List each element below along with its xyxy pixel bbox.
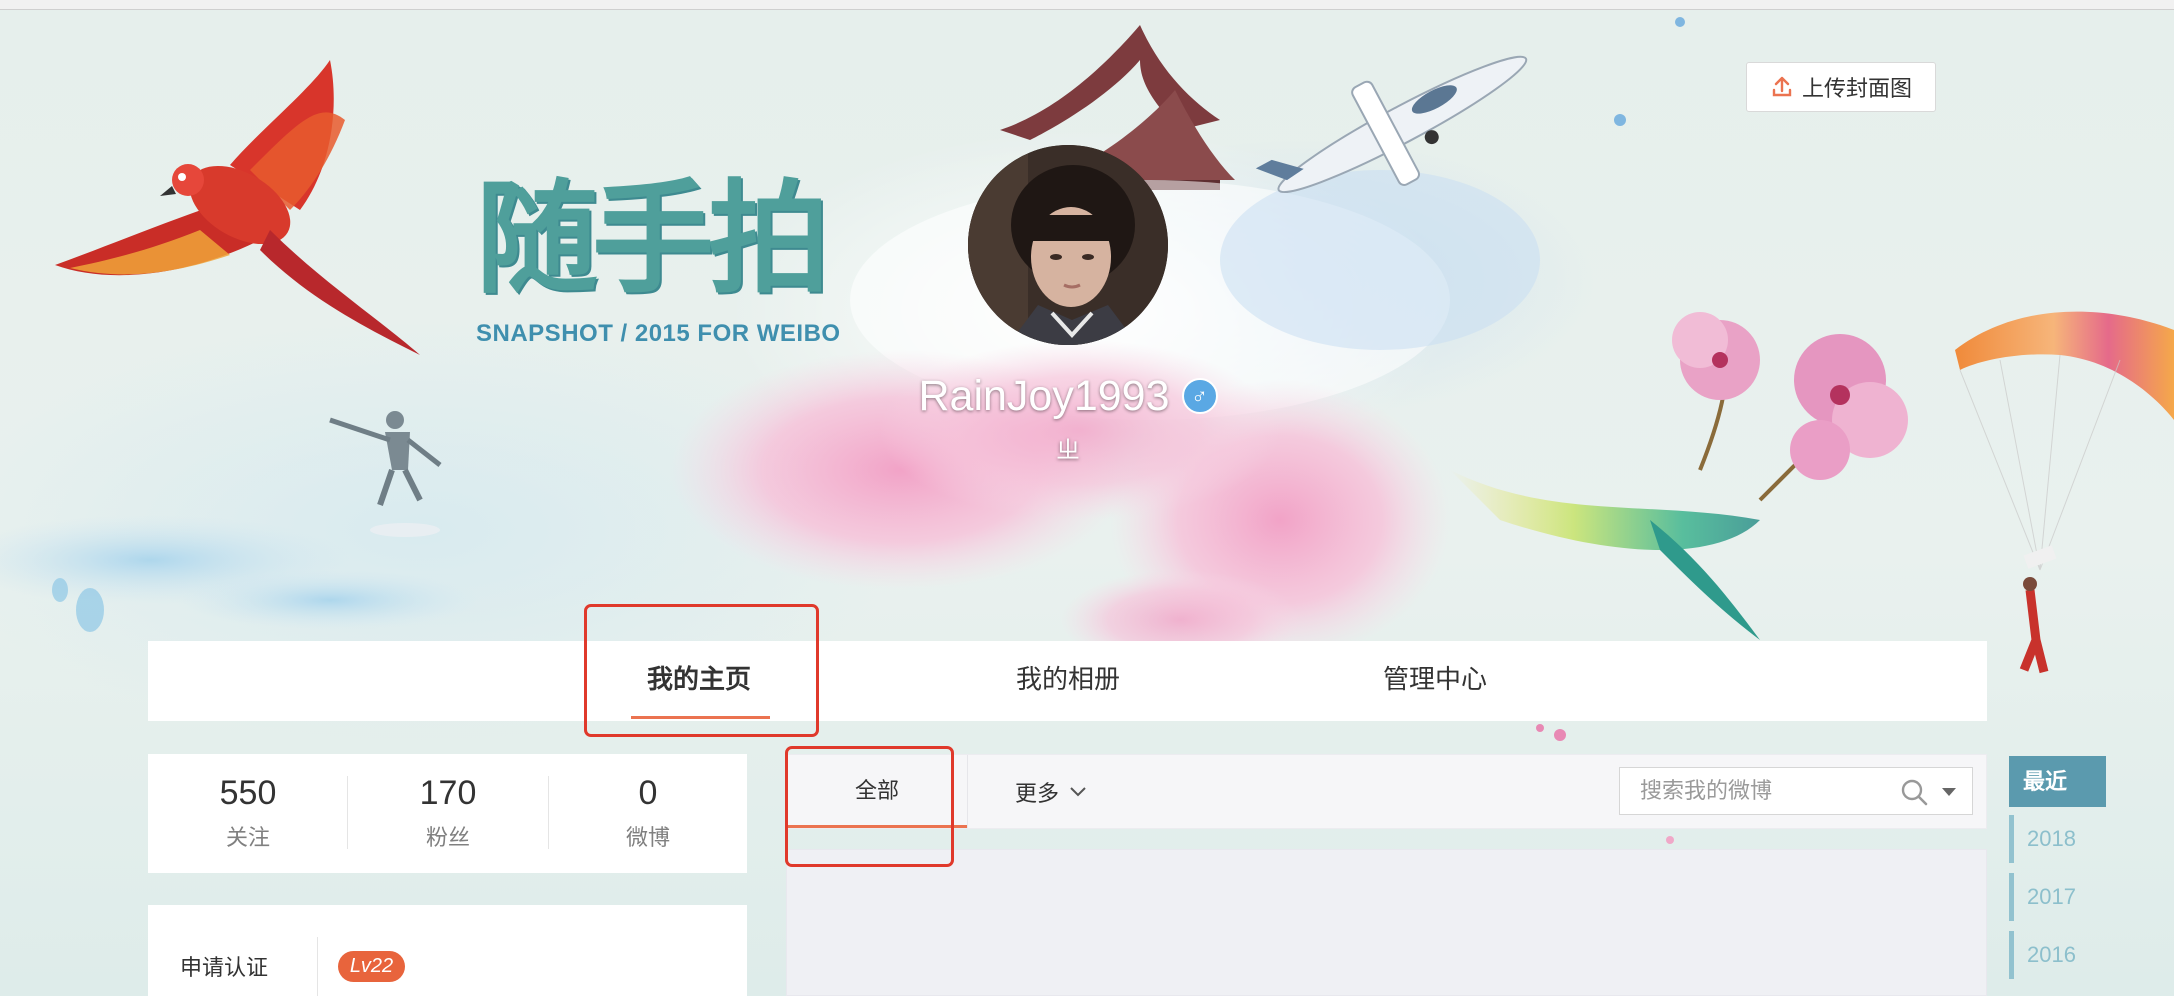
stat-followers-value: 170 [419,774,477,812]
verify-divider [317,937,318,996]
parachute-illustration [1955,311,2174,571]
profile-name-row: RainJoy1993 ♂ [768,368,1368,424]
verify-card: 申请认证 Lv22 [148,905,747,996]
tab-my-homepage[interactable]: 我的主页 [647,641,751,721]
search-icon[interactable] [1900,778,1928,806]
level-badge[interactable]: Lv22 [338,951,405,982]
parrot-illustration [55,60,420,355]
stat-posts[interactable]: 0 微博 [548,754,748,873]
timeline-recent[interactable]: 最近 [2009,756,2106,807]
search-input[interactable] [1620,768,1890,814]
caret-down-icon[interactable] [1940,786,1958,798]
stats-card: 550 关注 170 粉丝 0 微博 [148,754,747,873]
profile-bio: ㄓ [1056,437,1080,464]
feed-content-area [786,849,1987,996]
cherry-blossom-illustration [1672,312,1908,502]
search-box [1619,767,1973,815]
upload-icon [1772,76,1792,97]
timeline-year-2018[interactable]: 2018 [2009,815,2106,863]
skydiver-illustration [2019,545,2057,674]
apply-verification-link[interactable]: 申请认证 [180,950,268,982]
stat-followers-label: 粉丝 [425,825,470,850]
feed-more-label: 更多 [1015,780,1060,806]
timeline-year-2016[interactable]: 2016 [2009,931,2106,979]
chevron-down-icon [1070,786,1086,796]
username: RainJoy1993 [918,371,1170,420]
tab-management-center[interactable]: 管理中心 [1383,641,1487,721]
stat-posts-label: 微博 [625,825,670,850]
stat-followers[interactable]: 170 粉丝 [348,754,548,873]
logo-subtitle: SNAPSHOT / 2015 FOR WEIBO [476,320,841,347]
feed-tab-all[interactable]: 全部 [787,755,967,828]
avatar-photo [968,145,1168,345]
stat-following-value: 550 [219,774,277,812]
feed-more-dropdown[interactable]: 更多 [1015,755,1087,828]
avatar[interactable] [968,145,1168,345]
timeline-year-2017[interactable]: 2017 [2009,873,2106,921]
feed-tab-underline [787,825,967,828]
stat-following[interactable]: 550 关注 [148,754,348,873]
profile-nav-bar: 我的主页 我的相册 管理中心 [148,641,1987,721]
tab-my-albums[interactable]: 我的相册 [1016,641,1120,721]
browser-top-strip [0,0,2174,10]
active-tab-underline [631,716,770,719]
upload-cover-button[interactable]: 上传封面图 [1746,62,1936,112]
surfer-illustration [329,411,442,537]
snapshot-logo: 随手拍 SNAPSHOT / 2015 FOR WEIBO [476,178,846,348]
upload-cover-label: 上传封面图 [1801,76,1912,101]
feed-tab-bar: 全部 更多 [786,754,1987,829]
male-icon: ♂ [1181,378,1218,414]
stat-posts-value: 0 [638,774,658,812]
rainbow-streak-illustration [1450,470,1760,550]
logo-title: 随手拍 [476,171,830,307]
stat-following-label: 关注 [225,825,270,850]
feed-tab-divider [967,755,968,828]
